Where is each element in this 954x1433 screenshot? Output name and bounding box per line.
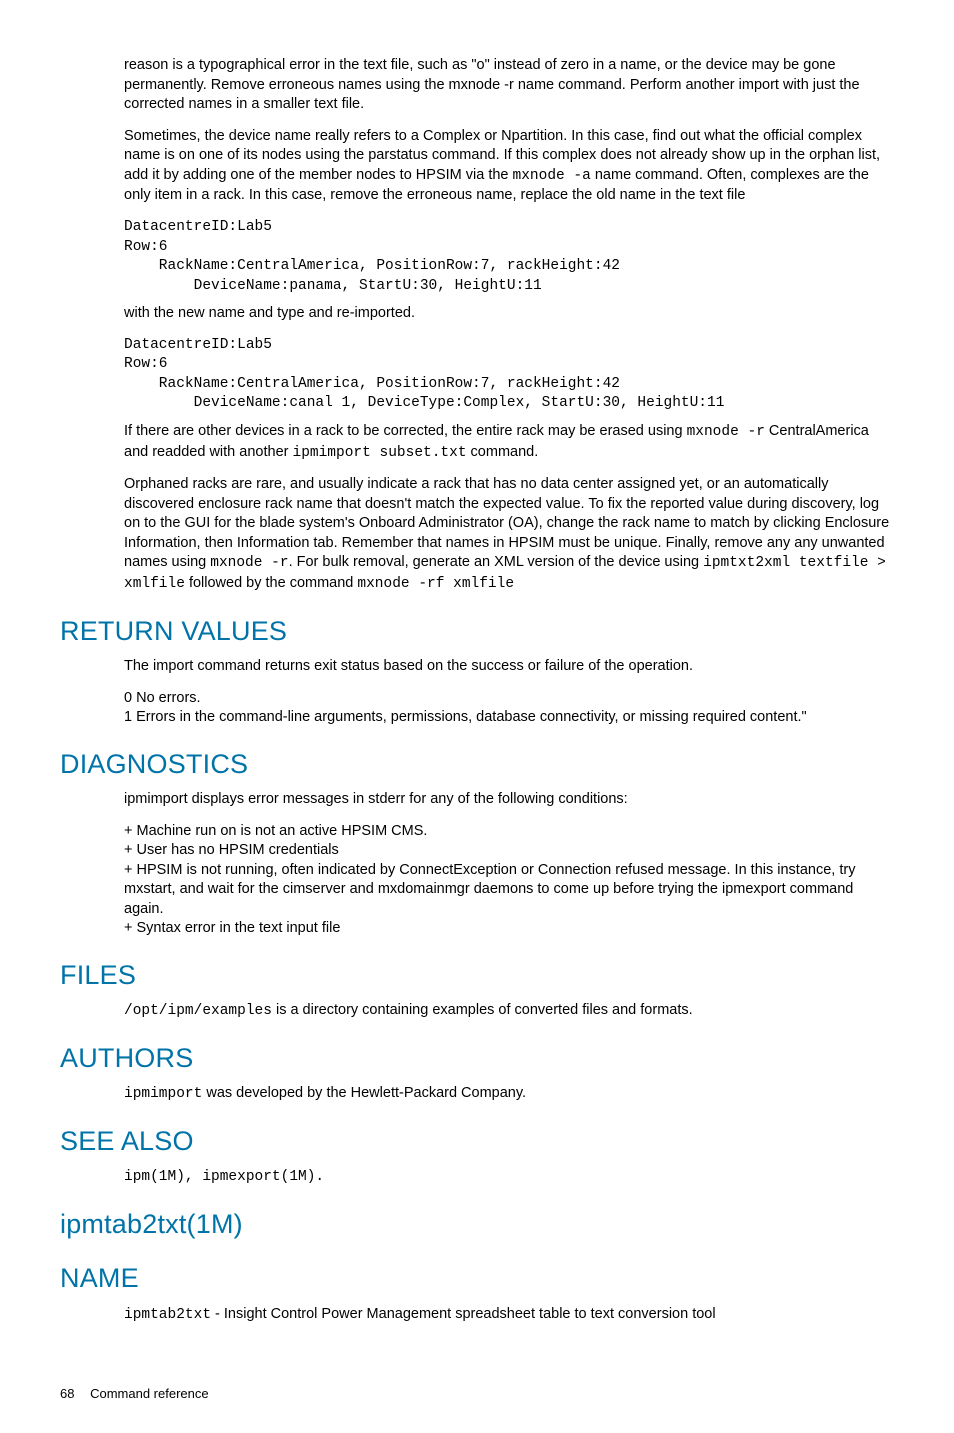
return-code-1: 1 Errors in the command-line arguments, … — [124, 708, 894, 728]
paragraph: ipm(1M), ipmexport(1M). — [124, 1167, 894, 1188]
inline-code: ipmimport — [124, 1086, 202, 1102]
paragraph: Sometimes, the device name really refers… — [124, 127, 894, 206]
bullet-item: + HPSIM is not running, often indicated … — [124, 861, 894, 920]
text: . For bulk removal, generate an XML vers… — [289, 554, 704, 570]
inline-code: mxnode -rf xmlfile — [357, 576, 514, 592]
page-number: 68 — [60, 1385, 74, 1403]
paragraph: Orphaned racks are rare, and usually ind… — [124, 475, 894, 594]
bullet-item: + Machine run on is not an active HPSIM … — [124, 822, 894, 842]
paragraph: ipmtab2txt - Insight Control Power Manag… — [124, 1305, 894, 1326]
paragraph: reason is a typographical error in the t… — [124, 56, 894, 115]
inline-code: ipmimport subset.txt — [293, 445, 467, 461]
text: followed by the command — [185, 575, 357, 591]
inline-code: ipmtab2txt — [124, 1307, 211, 1323]
text: command. — [467, 444, 539, 460]
paragraph: ipmimport displays error messages in std… — [124, 790, 894, 810]
inline-code: mxnode -r — [687, 424, 765, 440]
inline-code: mxnode -a — [513, 168, 591, 184]
paragraph: /opt/ipm/examples is a directory contain… — [124, 1001, 894, 1022]
heading-diagnostics: DIAGNOSTICS — [60, 746, 894, 782]
paragraph: with the new name and type and re-import… — [124, 304, 894, 324]
paragraph: ipmimport was developed by the Hewlett-P… — [124, 1084, 894, 1105]
text: is a directory containing examples of co… — [272, 1002, 693, 1018]
footer-title: Command reference — [90, 1386, 209, 1401]
code-block: DatacentreID:Lab5 Row:6 RackName:Central… — [124, 218, 894, 296]
inline-code: ipm(1M), ipmexport(1M). — [124, 1169, 324, 1185]
paragraph: The import command returns exit status b… — [124, 657, 894, 677]
code-block: DatacentreID:Lab5 Row:6 RackName:Central… — [124, 336, 894, 414]
text: was developed by the Hewlett-Packard Com… — [202, 1085, 526, 1101]
page-footer: 68 Command reference — [60, 1385, 894, 1403]
inline-code: mxnode -r — [210, 555, 288, 571]
heading-authors: AUTHORS — [60, 1040, 894, 1076]
text: - Insight Control Power Management sprea… — [211, 1306, 716, 1322]
heading-ipmtab2txt: ipmtab2txt(1M) — [60, 1206, 894, 1242]
heading-name: NAME — [60, 1260, 894, 1296]
text: If there are other devices in a rack to … — [124, 423, 687, 439]
bullet-item: + Syntax error in the text input file — [124, 919, 894, 939]
heading-files: FILES — [60, 957, 894, 993]
return-code-0: 0 No errors. — [124, 689, 894, 709]
inline-code: /opt/ipm/examples — [124, 1003, 272, 1019]
bullet-item: + User has no HPSIM credentials — [124, 841, 894, 861]
heading-see-also: SEE ALSO — [60, 1123, 894, 1159]
paragraph: If there are other devices in a rack to … — [124, 422, 894, 463]
heading-return-values: RETURN VALUES — [60, 613, 894, 649]
